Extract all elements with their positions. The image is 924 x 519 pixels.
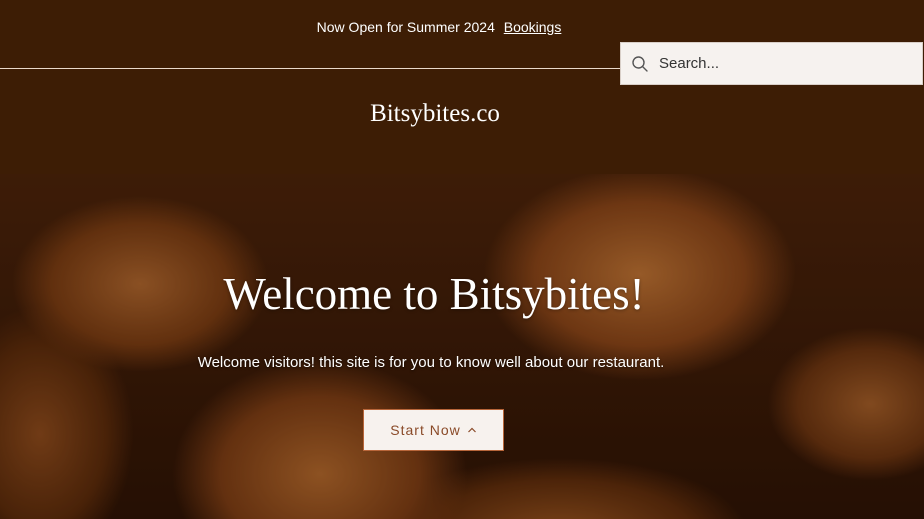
search-icon bbox=[632, 55, 648, 72]
bookings-link[interactable]: Bookings bbox=[504, 19, 562, 35]
chevron-up-icon bbox=[467, 427, 476, 433]
site-logo[interactable]: Bitsybites.co bbox=[0, 100, 870, 128]
announcement-text: Now Open for Summer 2024 bbox=[316, 19, 495, 35]
hero-subheading: Welcome visitors! this site is for you t… bbox=[197, 354, 665, 371]
search-box[interactable] bbox=[620, 42, 923, 85]
site-header: Now Open for Summer 2024 Bookings Bitsyb… bbox=[0, 0, 924, 174]
announcement-bar: Now Open for Summer 2024 Bookings bbox=[0, 19, 878, 35]
start-now-button[interactable]: Start Now bbox=[363, 409, 504, 451]
hero-section: Welcome to Bitsybites! Welcome visitors!… bbox=[0, 174, 924, 519]
hero-heading: Welcome to Bitsybites! bbox=[223, 269, 645, 319]
start-now-label: Start Now bbox=[390, 422, 461, 438]
header-divider bbox=[0, 68, 620, 69]
hero-background-image bbox=[0, 174, 924, 519]
search-input[interactable] bbox=[659, 55, 899, 72]
